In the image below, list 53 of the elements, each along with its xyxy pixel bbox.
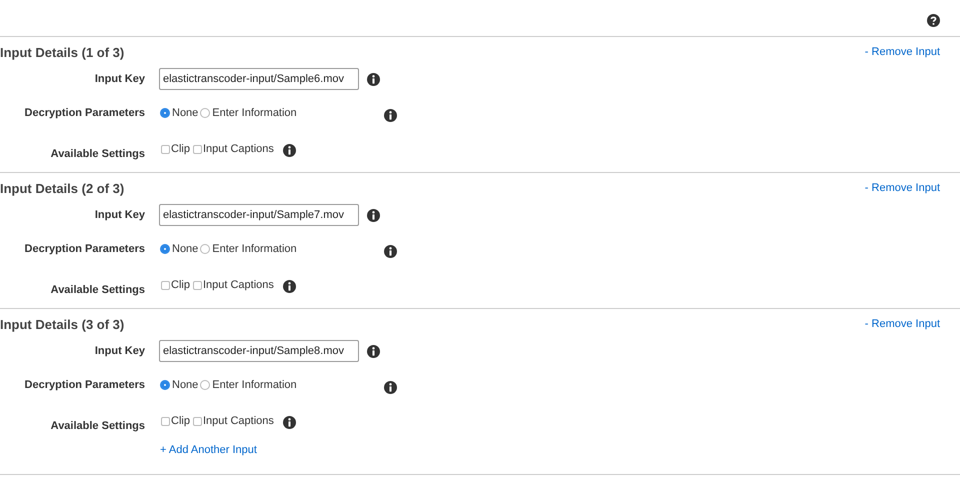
radio-label: None: [172, 107, 198, 119]
input-field[interactable]: elastictranscoder-input/Sample7.mov: [159, 204, 359, 226]
info-icon[interactable]: [367, 72, 380, 86]
info-icon[interactable]: [367, 344, 380, 358]
field-label: Input Key: [94, 73, 145, 85]
info-icon[interactable]: [282, 416, 296, 428]
checkbox[interactable]: [161, 144, 170, 154]
section-title: Input Details (3 of 3): [0, 316, 124, 332]
checkbox-label: Clip: [171, 415, 190, 427]
radio-button[interactable]: [200, 244, 210, 254]
info-icon[interactable]: [282, 280, 296, 292]
checkbox-label: Input Captions: [202, 279, 274, 291]
radio-button[interactable]: [160, 108, 170, 118]
radio-label: None: [172, 243, 198, 255]
radio-button[interactable]: [200, 380, 210, 390]
field-label: Decryption Parameters: [24, 107, 145, 119]
info-icon[interactable]: [384, 244, 397, 258]
checkbox[interactable]: [192, 144, 202, 154]
input-field[interactable]: elastictranscoder-input/Sample8.mov: [159, 340, 359, 362]
radio-button[interactable]: [160, 380, 170, 390]
field-label: Input Key: [94, 209, 145, 221]
field-label: Available Settings: [50, 148, 145, 160]
checkbox[interactable]: [192, 416, 202, 426]
radio-label: Enter Information: [212, 379, 297, 391]
info-icon[interactable]: [384, 108, 397, 122]
section-title: Input Details (1 of 3): [0, 44, 124, 60]
remove-input-link[interactable]: - Remove Input: [864, 46, 940, 58]
checkbox[interactable]: [161, 280, 170, 290]
radio-label: None: [172, 379, 198, 391]
checkbox[interactable]: [192, 280, 202, 290]
section-title: Input Details (2 of 3): [0, 180, 124, 196]
info-icon[interactable]: [384, 380, 397, 394]
info-icon[interactable]: [282, 144, 296, 156]
checkbox-label: Clip: [171, 279, 190, 291]
radio-button[interactable]: [160, 244, 170, 254]
radio-label: Enter Information: [212, 107, 297, 119]
radio-button[interactable]: [200, 108, 210, 118]
radio-label: Enter Information: [212, 243, 297, 255]
info-icon[interactable]: [367, 208, 380, 222]
checkbox-label: Clip: [171, 143, 190, 155]
field-label: Available Settings: [50, 284, 145, 296]
field-label: Decryption Parameters: [24, 243, 145, 255]
remove-input-link[interactable]: - Remove Input: [864, 318, 940, 330]
checkbox-label: Input Captions: [202, 143, 274, 155]
help-icon[interactable]: [927, 14, 940, 26]
checkbox[interactable]: [161, 416, 170, 426]
input-field[interactable]: elastictranscoder-input/Sample6.mov: [159, 68, 359, 90]
checkbox-label: Input Captions: [202, 415, 274, 427]
remove-input-link[interactable]: - Remove Input: [864, 182, 940, 194]
field-label: Available Settings: [50, 420, 145, 432]
add-input-link[interactable]: + Add Another Input: [160, 444, 257, 456]
field-label: Decryption Parameters: [24, 379, 145, 391]
field-label: Input Key: [94, 345, 145, 357]
